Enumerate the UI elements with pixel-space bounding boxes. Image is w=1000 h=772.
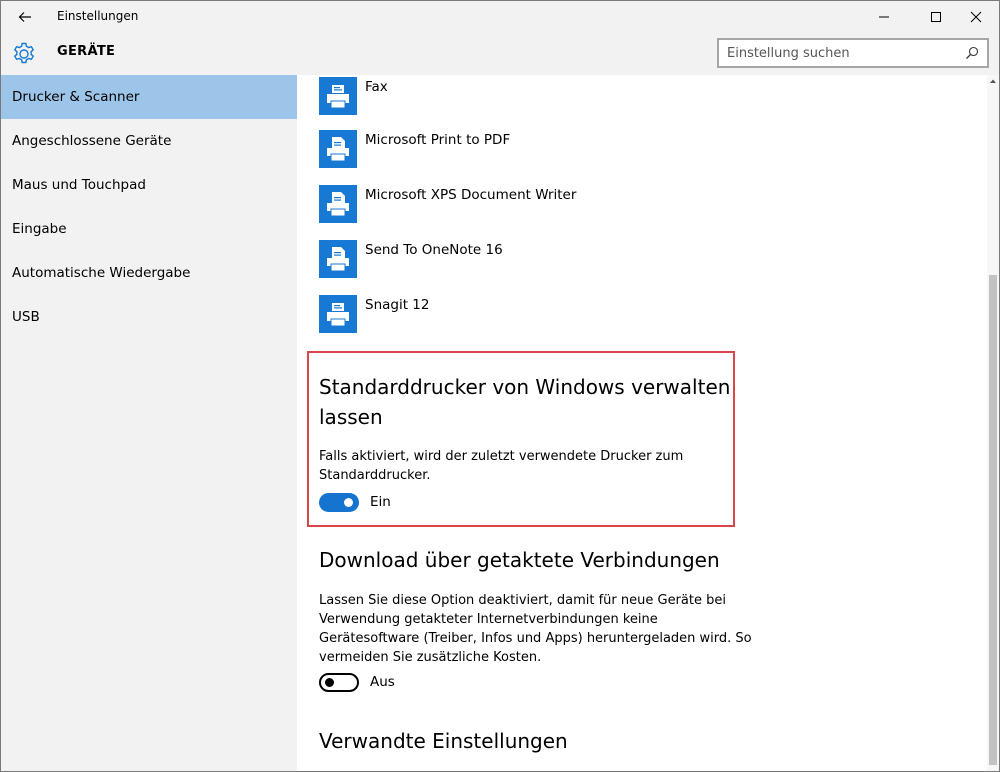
sidebar-item-eingabe[interactable]: Eingabe [1, 207, 297, 251]
printer-name: Fax [365, 79, 388, 95]
default-printer-title-line2: lassen [319, 405, 383, 429]
fax-printer-icon [319, 77, 357, 115]
printer-item-print-to-pdf[interactable]: Microsoft Print to PDF [319, 130, 510, 168]
search-input[interactable] [719, 40, 961, 66]
default-printer-desc-line1: Falls aktiviert, wird der zuletzt verwen… [319, 449, 684, 464]
default-printer-toggle[interactable] [319, 493, 359, 512]
printer-name: Snagit 12 [365, 297, 430, 313]
sidebar-item-automatische-wiedergabe[interactable]: Automatische Wiedergabe [1, 251, 297, 295]
settings-window: Einstellungen GERÄTE Einstellung suchen … [0, 0, 1000, 772]
title-bar: Einstellungen [1, 1, 999, 33]
sidebar-item-label: Automatische Wiedergabe [12, 265, 191, 281]
sidebar-item-label: Maus und Touchpad [12, 177, 146, 193]
metered-desc-line3: Gerätesoftware (Treiber, Infos und Apps)… [319, 631, 752, 646]
sidebar-item-label: Eingabe [12, 221, 67, 237]
app-title: Einstellungen [57, 9, 139, 23]
printer-item-onenote[interactable]: Send To OneNote 16 [319, 240, 503, 278]
minimize-button[interactable] [861, 1, 907, 33]
metered-desc-line2: Verwendung getakteter Internetverbindung… [319, 612, 658, 627]
close-button[interactable] [953, 1, 999, 33]
sidebar-item-usb[interactable]: USB [1, 295, 297, 339]
sidebar-item-label: USB [12, 309, 40, 325]
document-printer-icon [319, 240, 357, 278]
printer-item-snagit[interactable]: Snagit 12 [319, 295, 429, 333]
printer-item-xps-writer[interactable]: Microsoft XPS Document Writer [319, 185, 576, 223]
sidebar-item-label: Angeschlossene Geräte [12, 133, 172, 149]
metered-desc-line1: Lassen Sie diese Option deaktiviert, dam… [319, 593, 726, 608]
search-icon[interactable] [961, 42, 983, 64]
metered-toggle-label: Aus [370, 674, 395, 690]
metered-toggle[interactable] [319, 673, 359, 692]
printer-name: Send To OneNote 16 [365, 242, 503, 258]
printer-name: Microsoft Print to PDF [365, 132, 511, 148]
printer-name: Microsoft XPS Document Writer [365, 187, 577, 203]
sidebar-item-label: Drucker & Scanner [12, 89, 140, 105]
sidebar-item-maus-touchpad[interactable]: Maus und Touchpad [1, 163, 297, 207]
sidebar: Drucker & Scanner Angeschlossene Geräte … [1, 75, 297, 771]
minimize-icon [879, 16, 889, 18]
close-icon [970, 11, 982, 23]
default-printer-title-line1: Standarddrucker von Windows verwalten [319, 375, 731, 399]
search-box[interactable] [717, 38, 989, 68]
related-settings-title: Verwandte Einstellungen [319, 729, 568, 753]
metered-title: Download über getaktete Verbindungen [319, 548, 720, 572]
vertical-scrollbar[interactable] [987, 75, 999, 771]
default-printer-toggle-label: Ein [370, 494, 391, 510]
fax-printer-icon [319, 295, 357, 333]
scrollbar-thumb[interactable] [989, 275, 997, 765]
maximize-icon [931, 12, 941, 22]
main-content: Fax Microsoft Print to PDF Microsoft XPS… [297, 75, 987, 771]
gear-icon [13, 42, 35, 64]
metered-desc-line4: vermeiden Sie zusätzliche Kosten. [319, 650, 542, 665]
sidebar-item-angeschlossene-geraete[interactable]: Angeschlossene Geräte [1, 119, 297, 163]
section-title: GERÄTE [57, 44, 116, 59]
settings-header: GERÄTE [1, 33, 999, 75]
toggle-knob [344, 498, 353, 507]
back-button[interactable] [5, 1, 45, 33]
document-printer-icon [319, 130, 357, 168]
default-printer-desc-line2: Standarddrucker. [319, 468, 431, 483]
document-printer-icon [319, 185, 357, 223]
printer-item-fax[interactable]: Fax [319, 77, 388, 115]
back-arrow-icon [18, 12, 31, 22]
scroll-up-arrow-icon[interactable] [989, 77, 997, 85]
toggle-knob [325, 678, 334, 687]
sidebar-item-drucker-scanner[interactable]: Drucker & Scanner [1, 75, 297, 119]
